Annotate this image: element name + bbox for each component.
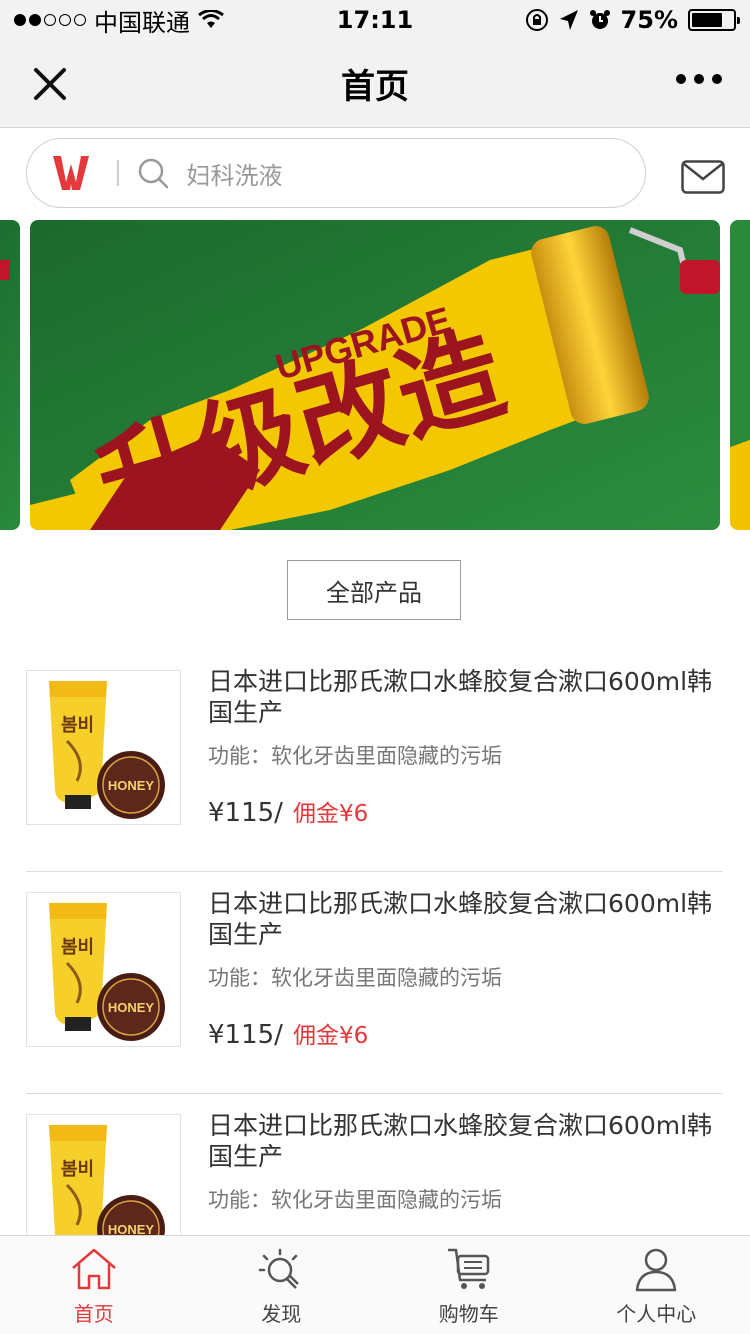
product-image-brand: 봄비 [61,715,94,736]
product-function: 功能：软化牙齿里面隐藏的污垢 [208,744,502,768]
product-item[interactable]: HONEY 봄비 日本进口比那氏漱口水蜂胶复合漱口600ml韩国生产 功能：软化… [26,872,723,1094]
status-bar: 中国联通 17:11 75% [0,0,750,40]
tab-discover-label: 发现 [261,1302,302,1326]
carrier-name: 中国联通 [94,8,190,37]
product-commission: 佣金¥6 [292,801,369,827]
tab-home-label: 首页 [73,1302,114,1326]
product-title[interactable]: 日本进口比那氏漱口水蜂胶复合漱口600ml韩国生产 [208,1110,718,1172]
product-function: 功能：软化牙齿里面隐藏的污垢 [208,966,502,990]
tab-profile-label: 个人中心 [616,1302,697,1326]
search-input[interactable]: 妇科洗液 [26,138,646,208]
page-title: 首页 [341,67,409,107]
banner-peek-next[interactable] [730,220,750,530]
tab-home[interactable]: 首页 [0,1236,188,1334]
all-products-button[interactable]: 全部产品 [287,560,461,620]
rotation-lock-icon [525,9,548,31]
close-icon[interactable] [28,62,72,106]
product-title[interactable]: 日本进口比那氏漱口水蜂胶复合漱口600ml韩国生产 [208,888,718,950]
battery-icon [688,9,740,31]
product-image-brand: 봄비 [61,937,94,958]
home-icon [71,1248,116,1290]
battery-percent: 75% [620,6,678,34]
wifi-icon [198,10,224,28]
banner-slide[interactable]: UPGRADE 升级改造 [30,220,720,530]
nav-bar: 首页 [0,40,750,128]
message-icon[interactable] [681,160,725,194]
tab-cart[interactable]: 购物车 [375,1236,563,1334]
product-image-label: HONEY [108,1000,155,1015]
product-image-label: HONEY [108,778,155,793]
tab-profile[interactable]: 个人中心 [563,1236,750,1334]
brand-logo-icon [53,156,89,190]
product-price: ¥115/ [208,1020,283,1050]
search-divider [117,160,119,186]
status-time: 17:11 [336,6,414,34]
location-arrow-icon [559,10,578,30]
user-icon [636,1248,677,1292]
search-placeholder: 妇科洗液 [186,161,283,190]
product-image-brand: 봄비 [61,1159,94,1180]
product-price-row: ¥115/ 佣金¥6 [208,1016,368,1050]
product-function: 功能：软化牙齿里面隐藏的污垢 [208,1188,502,1212]
search-icon [138,158,168,189]
product-image[interactable]: HONEY 봄비 [26,670,181,825]
product-price-row: ¥115/ 佣金¥6 [208,794,368,828]
search-row: 妇科洗液 [0,128,750,218]
product-image[interactable]: HONEY 봄비 [26,892,181,1047]
product-commission: 佣金¥6 [292,1023,369,1049]
tab-discover[interactable]: 发现 [188,1236,376,1334]
product-item[interactable]: HONEY 봄비 日本进口比那氏漱口水蜂胶复合漱口600ml韩国生产 功能：软化… [26,650,723,872]
tab-cart-label: 购物车 [438,1302,499,1326]
banner-carousel[interactable]: UPGRADE 升级改造 [0,220,750,530]
product-price: ¥115/ [208,798,283,828]
product-title[interactable]: 日本进口比那氏漱口水蜂胶复合漱口600ml韩国生产 [208,666,718,728]
cart-icon [447,1248,489,1289]
tab-bar: 首页 发现 购物车 个人中心 [0,1235,750,1334]
banner-peek-previous[interactable] [0,220,20,530]
signal-strength-icon [14,14,86,26]
more-icon[interactable] [676,74,722,84]
alarm-icon [589,10,610,29]
bulb-icon [259,1248,300,1289]
